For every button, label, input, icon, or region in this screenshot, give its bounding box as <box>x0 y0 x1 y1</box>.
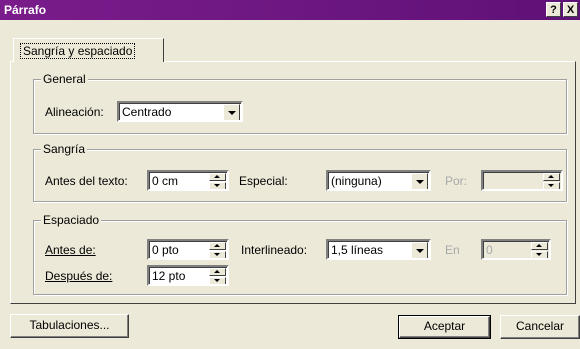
line-spacing-label: Interlineado: <box>241 243 308 257</box>
chevron-down-icon[interactable] <box>411 173 428 189</box>
alignment-value: Centrado <box>122 105 172 119</box>
tab-sangria-espaciado[interactable]: Sangría y espaciado <box>13 38 164 62</box>
indent-before-value: 0 cm <box>152 174 179 188</box>
cancel-button[interactable]: Cancelar <box>500 315 580 339</box>
tab-label: Sangría y espaciado <box>20 43 136 59</box>
spacing-legend: Espaciado <box>41 213 102 227</box>
general-legend: General <box>41 72 88 86</box>
special-label: Especial: <box>239 174 288 188</box>
spacing-before-label: Antes de: <box>45 243 96 257</box>
chevron-down-icon[interactable] <box>411 242 428 258</box>
indent-before-spinner[interactable]: 0 cm <box>147 170 229 191</box>
at-value: 0 <box>486 243 493 257</box>
spacing-after-value: 12 pto <box>152 269 186 283</box>
spinner-icon[interactable] <box>209 242 226 258</box>
spacing-before-spinner[interactable]: 0 pto <box>147 239 229 260</box>
at-spinner: 0 <box>481 239 551 260</box>
special-value: (ninguna) <box>331 174 382 188</box>
chevron-down-icon[interactable] <box>223 104 240 120</box>
ok-button[interactable]: Aceptar <box>398 315 491 339</box>
tabs-button[interactable]: Tabulaciones... <box>10 314 129 338</box>
general-group <box>33 79 567 134</box>
spinner-icon[interactable] <box>209 173 226 189</box>
tab-panel: General Alineación: Centrado Sangría Ant… <box>10 61 576 304</box>
spacing-after-spinner[interactable]: 12 pto <box>147 265 229 286</box>
line-spacing-value: 1,5 líneas <box>331 243 384 257</box>
indent-legend: Sangría <box>41 142 88 156</box>
alignment-dropdown[interactable]: Centrado <box>117 101 243 122</box>
indent-before-label: Antes del texto: <box>45 174 128 188</box>
spinner-icon[interactable] <box>209 268 226 284</box>
spacing-before-value: 0 pto <box>152 243 179 257</box>
alignment-label: Alineación: <box>45 105 104 119</box>
title-bar: Párrafo ? X <box>0 0 580 20</box>
spacing-after-label: Después de: <box>45 269 113 283</box>
by-spinner <box>481 170 563 191</box>
window-title: Párrafo <box>4 3 47 17</box>
special-dropdown[interactable]: (ninguna) <box>326 170 431 191</box>
line-spacing-dropdown[interactable]: 1,5 líneas <box>326 239 431 260</box>
at-label: En <box>445 243 460 257</box>
spinner-icon <box>531 242 548 258</box>
spinner-icon <box>543 173 560 189</box>
help-button[interactable]: ? <box>546 2 561 17</box>
close-button[interactable]: X <box>563 2 578 17</box>
by-label: Por: <box>445 174 468 188</box>
